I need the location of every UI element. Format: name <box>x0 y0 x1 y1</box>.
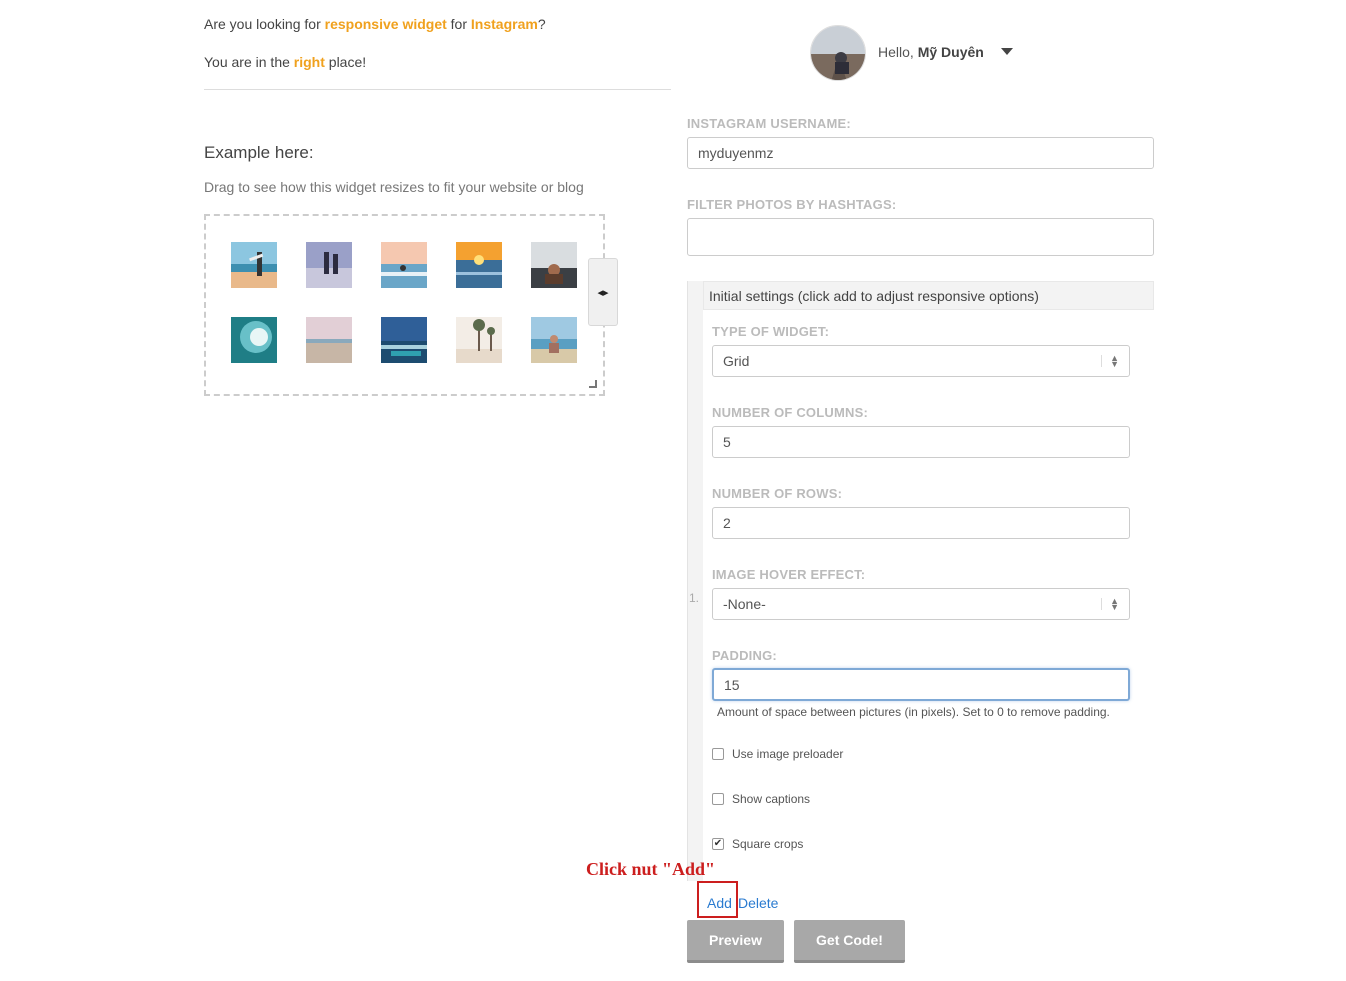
captions-checkbox[interactable] <box>712 793 724 805</box>
hashtags-input[interactable] <box>687 218 1154 256</box>
hover-effect-label: IMAGE HOVER EFFECT: <box>712 567 866 582</box>
square-crops-checkbox[interactable]: ✔ <box>712 838 724 850</box>
chevron-down-icon[interactable] <box>1001 48 1013 55</box>
select-arrows-icon: ▲ ▼ <box>1101 597 1119 612</box>
intro-text: Are you looking for <box>204 16 325 32</box>
get-code-button[interactable]: Get Code! <box>794 920 905 963</box>
photo-thumbnail[interactable] <box>456 317 502 363</box>
delete-link[interactable]: Delete <box>738 895 778 911</box>
columns-value: 5 <box>723 434 731 450</box>
widget-preview[interactable] <box>204 214 605 396</box>
captions-option[interactable]: Show captions <box>712 792 810 806</box>
intro-line-1: Are you looking for responsive widget fo… <box>204 16 546 32</box>
preloader-checkbox[interactable] <box>712 748 724 760</box>
photo-thumbnail[interactable] <box>456 242 502 288</box>
captions-label: Show captions <box>732 792 811 806</box>
photo-thumbnail[interactable] <box>306 242 352 288</box>
row-number: 1. <box>689 591 700 605</box>
example-title: Example here: <box>204 143 314 162</box>
preloader-label: Use image preloader <box>732 747 844 761</box>
username-label: INSTAGRAM USERNAME: <box>687 116 851 131</box>
example-subtitle: Drag to see how this widget resizes to f… <box>204 179 584 195</box>
photo-thumbnail[interactable] <box>531 242 577 288</box>
intro-text: for <box>446 16 471 32</box>
intro-text: ? <box>537 16 546 32</box>
rows-input[interactable]: 2 <box>712 507 1130 539</box>
photo-thumbnail[interactable] <box>231 242 277 288</box>
preview-button[interactable]: Preview <box>687 920 784 963</box>
widget-type-label: TYPE OF WIDGET: <box>712 324 830 339</box>
resize-grip-icon[interactable] <box>589 380 597 388</box>
avatar[interactable] <box>810 25 866 81</box>
widget-type-select[interactable]: Grid ▲ ▼ <box>712 345 1130 377</box>
select-arrows-icon: ▲ ▼ <box>1101 354 1119 369</box>
user-name: Mỹ Duyên <box>917 44 984 60</box>
photo-thumbnail[interactable] <box>381 242 427 288</box>
hover-effect-value: -None- <box>723 596 766 612</box>
square-crops-option[interactable]: ✔ Square crops <box>712 837 803 851</box>
columns-label: NUMBER OF COLUMNS: <box>712 405 868 420</box>
padding-value: 15 <box>724 676 740 693</box>
rows-value: 2 <box>723 515 731 531</box>
settings-row-gutter <box>687 281 703 881</box>
padding-help-text: Amount of space between pictures (in pix… <box>717 705 1110 719</box>
columns-input[interactable]: 5 <box>712 426 1130 458</box>
widget-type-value: Grid <box>723 353 750 369</box>
arrows-horizontal-icon: ◂▸ <box>597 286 609 299</box>
photo-thumbnail[interactable] <box>306 317 352 363</box>
add-link[interactable]: Add <box>707 895 732 911</box>
intro-text: You are in the <box>204 54 294 70</box>
preloader-option[interactable]: Use image preloader <box>712 747 843 761</box>
username-value: myduyenmz <box>698 145 774 161</box>
photo-thumbnail[interactable] <box>381 317 427 363</box>
intro-text: place! <box>324 54 367 70</box>
rows-label: NUMBER OF ROWS: <box>712 486 843 501</box>
hover-effect-select[interactable]: -None- ▲ ▼ <box>712 588 1130 620</box>
avatar-image <box>811 26 865 80</box>
intro-highlight: Instagram <box>470 16 538 32</box>
photo-thumbnail[interactable] <box>231 317 277 363</box>
divider <box>204 89 671 90</box>
username-input[interactable]: myduyenmz <box>687 137 1154 169</box>
user-greeting[interactable]: Hello, Mỹ Duyên <box>878 44 984 60</box>
intro-highlight: right <box>293 54 325 70</box>
settings-header: Initial settings (click add to adjust re… <box>703 281 1154 310</box>
square-crops-label: Square crops <box>732 837 804 851</box>
resize-handle[interactable]: ◂▸ <box>588 258 618 326</box>
padding-label: PADDING: <box>712 648 777 663</box>
padding-input[interactable]: 15 <box>712 668 1130 701</box>
greeting-text: Hello, <box>878 44 914 60</box>
hashtags-label: FILTER PHOTOS BY HASHTAGS: <box>687 197 897 212</box>
intro-highlight: responsive widget <box>324 16 447 32</box>
annotation-text: Click nut "Add" <box>586 859 716 879</box>
intro-line-2: You are in the right place! <box>204 54 366 70</box>
photo-thumbnail[interactable] <box>531 317 577 363</box>
